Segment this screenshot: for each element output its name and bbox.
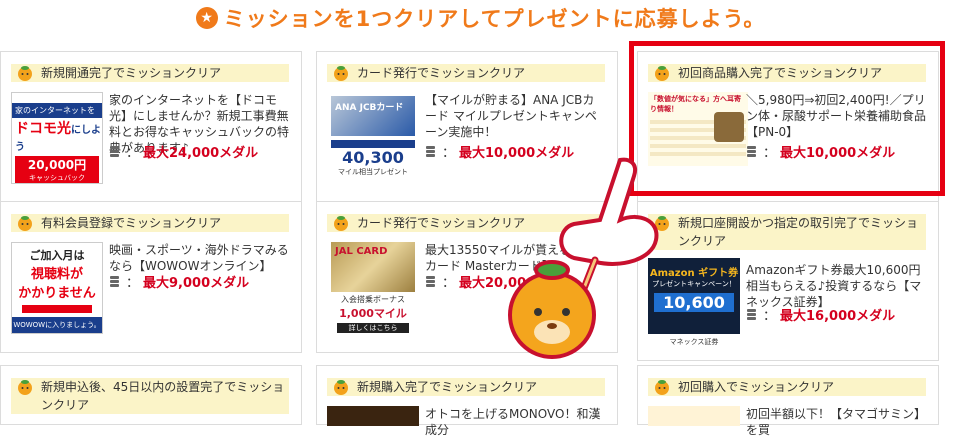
mission-card-row3-3[interactable]: 初回購入でミッションクリア 初回半額以下！【タマゴサミン】を買 [637,365,939,437]
reward-value: 最大10,000メダル [780,146,896,161]
monovo-banner[interactable] [327,406,419,426]
card-description: ＼5,980円⇒初回2,400円!／プリン体・尿酸サポート栄養補助食品【PN-0… [746,93,927,139]
banner-text: ご加入月は [29,249,85,262]
banner-text: 家のインターネットを [12,103,102,118]
reward-label: ： [442,146,456,161]
mission-card-pn0[interactable]: 初回商品購入完了でミッションクリア 「数値が気になる」方へ耳寄り情報！ ＼5,9… [637,51,939,203]
wowow-banner[interactable]: ご加入月は 視聴料が かかりません WOWOWに入りましょう。 [11,242,103,334]
reward-label: ： [442,276,456,291]
docomo-hikari-banner[interactable]: 家のインターネットを ドコモ光にしよう 20,000円 キャッシュバック 0円 [11,92,103,184]
mascot-icon [18,216,32,231]
mission-header: ★ ミッションを1つクリアしてプレゼントに応募しよう。 [0,0,961,36]
reward-value: 最大24,000メダル [143,146,259,161]
mascot-icon [18,380,32,395]
banner-text: JAL CARD [331,242,415,292]
mascot-pointing-hand-icon [508,157,659,359]
mission-card-docomo[interactable]: 新規開通完了でミッションクリア 家のインターネットを ドコモ光にしよう 20,0… [0,51,302,203]
star-icon: ★ [195,7,218,29]
card-description: 【マイルが貯まる】ANA JCBカード マイルプレゼントキャンペーン実施中！ [425,93,597,139]
reward-value: 最大9,000メダル [143,276,250,291]
card-tag: 初回購入でミッションクリア [678,380,835,394]
reward-label: ： [763,309,777,324]
reward-row: ： 最大24,000メダル [109,142,258,161]
jal-card-banner[interactable]: JAL CARD 入会搭乗ボーナス 1,000マイル 詳しくはこちら [327,242,419,334]
banner-text: キャッシュバック [15,173,99,183]
card-tag: 新規申込後、45日以内の設置完了でミッションクリア [41,380,285,412]
card-tag: 有料会員登録でミッションクリア [41,216,222,230]
banner-text: かかりません [18,286,96,301]
banner-text: WOWOWに入りましょう。 [12,317,102,333]
mascot-icon [334,66,348,81]
banner-text: 1,000マイル [339,307,407,320]
reward-label: ： [126,146,140,161]
banner-text: 入会搭乗ボーナス [341,295,405,304]
medal-stack-icon [110,145,119,157]
mascot-icon [655,66,669,81]
reward-value: 最大16,000メダル [780,309,896,324]
tamagosamin-banner[interactable] [648,406,740,426]
mascot-icon [334,216,348,231]
card-description: 初回半額以下！【タマゴサミン】を買 [746,407,927,437]
card-description: オトコを上げるMONOVO！和漢成分 [425,407,601,437]
reward-row: ： 最大10,000メダル [746,142,895,161]
mission-card-monex[interactable]: 新規口座開設かつ指定の取引完了でミッションクリア Amazon ギフト券 プレゼ… [637,201,939,361]
card-tag: 新規購入完了でミッションクリア [357,380,538,394]
medal-stack-icon [747,145,756,157]
reward-row: ： 最大16,000メダル [746,305,895,324]
card-tag: カード発行でミッションクリア [357,66,526,80]
reward-label: ： [126,276,140,291]
banner-text: 詳しくはこちら [337,323,409,333]
reward-row: ： 最大9,000メダル [109,272,249,291]
header-title: ミッションを1つクリアしてプレゼントに応募しよう。 [223,7,766,31]
ana-jcb-banner[interactable]: ANA JCBカード 40,300 マイル相当プレゼント [327,92,419,184]
banner-text: ドコモ光 [15,121,71,137]
card-description: 映画・スポーツ・海外ドラマみるなら【WOWOWオンライン】 [109,243,289,273]
banner-text: 20,000円 [15,156,99,173]
mission-card-wowow[interactable]: 有料会員登録でミッションクリア ご加入月は 視聴料が かかりません WOWOWに… [0,201,302,353]
card-description: Amazonギフト券最大10,600円相当もらえる♪投資するなら【マネックス証券… [746,263,922,309]
mascot-icon [655,380,669,395]
card-tag: 初回商品購入完了でミッションクリア [678,66,883,80]
banner-text: マイル相当プレゼント [338,168,408,176]
medal-stack-icon [110,275,119,287]
banner-text: ANA JCBカード [331,96,415,136]
mascot-icon [334,380,348,395]
banner-text: 視聴料が [30,267,83,282]
card-tag: 新規開通完了でミッションクリア [41,66,222,80]
reward-label: ： [763,146,777,161]
medal-stack-icon [426,145,435,157]
medal-stack-icon [426,275,435,287]
card-tag: 新規口座開設かつ指定の取引完了でミッションクリア [678,216,919,248]
mascot-icon [18,66,32,81]
mission-card-row3-1[interactable]: 新規申込後、45日以内の設置完了でミッションクリア [0,365,302,425]
banner-text: 40,300 [342,148,404,167]
medal-stack-icon [747,308,756,320]
